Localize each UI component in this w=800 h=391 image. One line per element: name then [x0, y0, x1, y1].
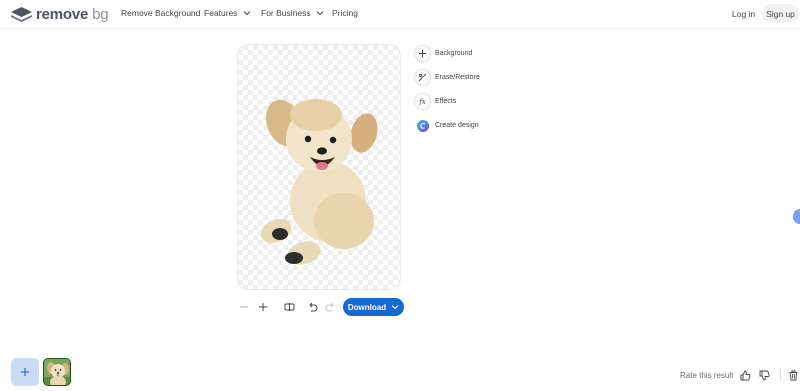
chevron-down-icon [391, 305, 399, 310]
nav-label: Features [204, 8, 238, 18]
signup-button[interactable]: Sign up [762, 4, 799, 23]
redo-icon [324, 302, 334, 312]
tool-erase-restore[interactable]: Erase/Restore [414, 69, 480, 86]
thumbs-down-icon[interactable] [759, 370, 770, 381]
nav-label: Pricing [332, 8, 358, 18]
tool-label: Effects [435, 98, 457, 105]
trash-icon[interactable] [788, 370, 799, 381]
nav-for-business[interactable]: For Business [261, 8, 324, 18]
divider [780, 369, 781, 381]
plus-icon [414, 45, 431, 62]
image-thumbnail[interactable] [43, 358, 71, 386]
chevron-down-icon [243, 11, 250, 16]
minus-icon [240, 306, 248, 308]
login-link[interactable]: Log in [732, 9, 755, 19]
undo-icon [308, 302, 318, 312]
plus-icon [21, 368, 29, 376]
result-image-card [237, 44, 401, 290]
nav-label: Remove Background [121, 8, 201, 18]
dog-cutout-image [260, 99, 378, 265]
nav-features[interactable]: Features [204, 8, 251, 18]
top-header: remove bg Remove Background Features For… [0, 0, 800, 29]
logo-text-thin: bg [92, 5, 109, 23]
tool-create-design[interactable]: Create design [414, 117, 479, 134]
nav-remove-background[interactable]: Remove Background [121, 8, 200, 18]
canva-icon [414, 117, 431, 134]
thumbs-up-icon[interactable] [740, 370, 751, 381]
tool-label: Erase/Restore [435, 74, 480, 81]
compare-button[interactable] [283, 301, 295, 313]
download-label: Download [347, 302, 387, 312]
undo-button[interactable] [306, 301, 318, 313]
logo-text-bold: remove [36, 5, 89, 23]
fx-icon: fx [414, 93, 431, 110]
download-button[interactable]: Download [343, 298, 404, 316]
zoom-out-button[interactable] [238, 301, 250, 313]
logo-icon [11, 6, 32, 22]
nav-label: For Business [261, 8, 311, 18]
add-image-button[interactable] [11, 358, 39, 386]
compare-icon [284, 303, 294, 311]
redo-button[interactable] [324, 301, 336, 313]
tool-background[interactable]: Background [414, 45, 472, 62]
brush-icon [414, 69, 431, 86]
plus-icon [259, 303, 267, 311]
logo[interactable]: remove bg [11, 5, 109, 23]
zoom-in-button[interactable] [257, 301, 269, 313]
dog-thumbnail-image [44, 359, 70, 385]
tool-label: Create design [435, 122, 479, 129]
tool-label: Background [435, 50, 473, 57]
tool-effects[interactable]: fx Effects [414, 93, 456, 110]
chevron-down-icon [316, 11, 323, 16]
rate-result-label: Rate this result [680, 371, 734, 380]
help-chat-bubble[interactable] [793, 209, 800, 224]
nav-pricing[interactable]: Pricing [332, 8, 358, 18]
